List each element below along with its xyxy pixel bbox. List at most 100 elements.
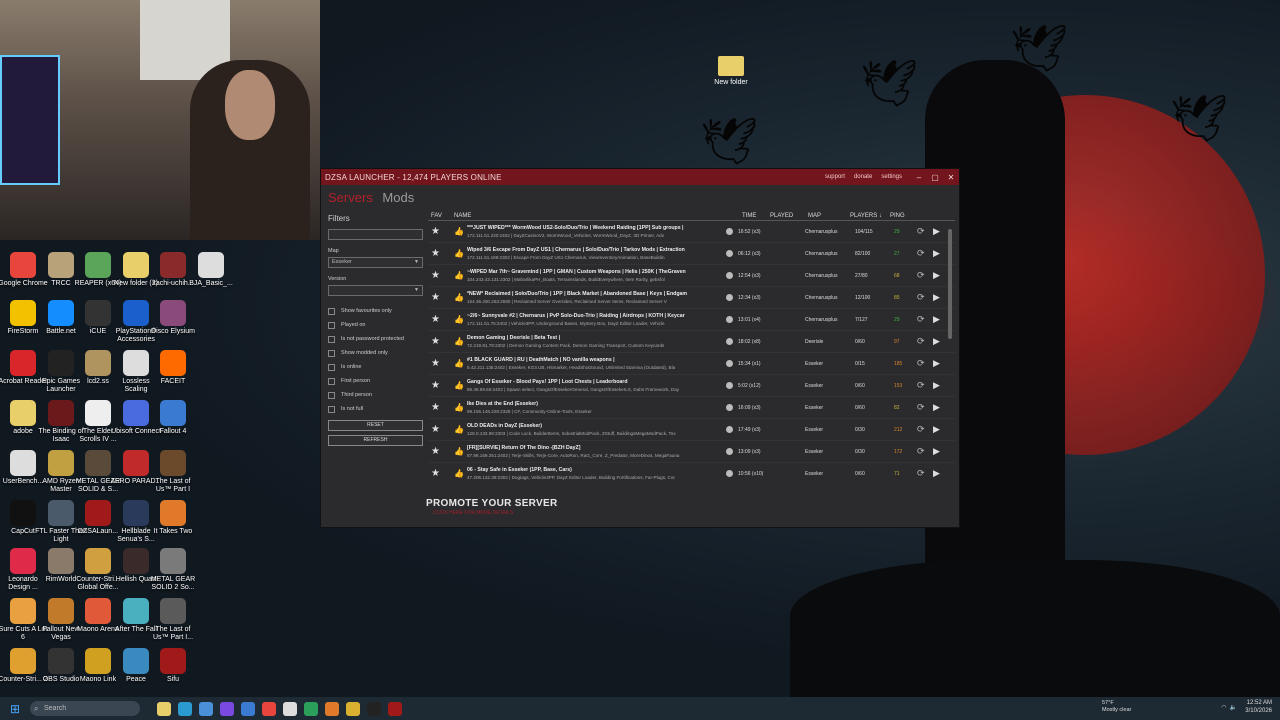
thumbs-up-icon[interactable]: 👍 — [454, 249, 464, 258]
star-icon[interactable]: ★ — [431, 314, 440, 325]
table-scrollbar[interactable] — [948, 229, 952, 339]
taskbar-app-icon[interactable] — [262, 701, 276, 716]
play-icon[interactable]: ▶ — [933, 248, 940, 259]
settings-link[interactable]: settings — [881, 174, 902, 180]
taskbar-app-icon[interactable] — [178, 701, 192, 716]
column-players[interactable]: PLAYERS ↓ — [850, 213, 882, 219]
play-icon[interactable]: ▶ — [933, 402, 940, 413]
desktop-icon[interactable]: The Last of Us™ Part I — [147, 450, 199, 494]
refresh-icon[interactable]: ⟳ — [917, 292, 925, 303]
thumbs-up-icon[interactable]: 👍 — [454, 227, 464, 236]
thumbs-up-icon[interactable]: 👍 — [454, 403, 464, 412]
desktop-icon[interactable]: METAL GEAR SOLID 2 So... — [147, 548, 199, 592]
play-icon[interactable]: ▶ — [933, 292, 940, 303]
info-icon[interactable] — [726, 228, 733, 235]
donate-link[interactable]: donate — [854, 174, 872, 180]
play-icon[interactable]: ▶ — [933, 424, 940, 435]
refresh-icon[interactable]: ⟳ — [917, 226, 925, 237]
refresh-icon[interactable]: ⟳ — [917, 402, 925, 413]
star-icon[interactable]: ★ — [431, 402, 440, 413]
taskbar-app-icon[interactable] — [220, 701, 234, 716]
column-time[interactable]: TIME — [742, 213, 756, 219]
desktop-new-folder[interactable]: New folder — [708, 56, 754, 86]
refresh-icon[interactable]: ⟳ — [917, 336, 925, 347]
column-name[interactable]: NAME — [454, 213, 471, 219]
play-icon[interactable]: ▶ — [933, 468, 940, 479]
filter-checkbox[interactable]: Is not full — [328, 402, 424, 416]
table-row[interactable]: ★ 👍 Wiped 3/6 Escape From DayZ US1 | Chern… — [428, 243, 955, 265]
info-icon[interactable] — [726, 360, 733, 367]
star-icon[interactable]: ★ — [431, 380, 440, 391]
filter-checkbox[interactable]: Played on — [328, 318, 424, 332]
info-icon[interactable] — [726, 448, 733, 455]
map-select[interactable]: Esseker ▼ — [328, 257, 423, 268]
thumbs-up-icon[interactable]: 👍 — [454, 381, 464, 390]
star-icon[interactable]: ★ — [431, 336, 440, 347]
star-icon[interactable]: ★ — [431, 248, 440, 259]
table-row[interactable]: ★ 👍 Demon Gaming | Deerisle | Beta Test | 7… — [428, 331, 955, 353]
taskbar-app-icon[interactable] — [388, 701, 402, 716]
thumbs-up-icon[interactable]: 👍 — [454, 315, 464, 324]
star-icon[interactable]: ★ — [431, 292, 440, 303]
star-icon[interactable]: ★ — [431, 424, 440, 435]
info-icon[interactable] — [726, 404, 733, 411]
thumbs-up-icon[interactable]: 👍 — [454, 447, 464, 456]
column-played[interactable]: PLAYED — [770, 213, 793, 219]
taskbar-search[interactable]: ⌕ Search — [30, 701, 140, 716]
info-icon[interactable] — [726, 316, 733, 323]
refresh-icon[interactable]: ⟳ — [917, 358, 925, 369]
refresh-button[interactable]: REFRESH — [328, 435, 423, 446]
support-link[interactable]: support — [825, 174, 845, 180]
desktop-icon[interactable]: Fallout 4 — [147, 400, 199, 436]
filter-checkbox[interactable]: Show modded only — [328, 346, 424, 360]
refresh-icon[interactable]: ⟳ — [917, 248, 925, 259]
desktop-icon[interactable]: BJA_Basic_... — [185, 252, 237, 288]
info-icon[interactable] — [726, 470, 733, 477]
filter-checkbox[interactable]: Is not password protected — [328, 332, 424, 346]
info-icon[interactable] — [726, 338, 733, 345]
refresh-icon[interactable]: ⟳ — [917, 468, 925, 479]
star-icon[interactable]: ★ — [431, 446, 440, 457]
thumbs-up-icon[interactable]: 👍 — [454, 359, 464, 368]
filter-checkbox[interactable]: Is online — [328, 360, 424, 374]
volume-icon[interactable]: 🔈 — [1230, 704, 1237, 711]
clock[interactable]: 12:52 AM 3/10/2026 — [1245, 699, 1272, 715]
play-icon[interactable]: ▶ — [933, 226, 940, 237]
thumbs-up-icon[interactable]: 👍 — [454, 337, 464, 346]
desktop-icon[interactable]: It Takes Two — [147, 500, 199, 536]
column-fav[interactable]: FAV — [431, 213, 442, 219]
info-icon[interactable] — [726, 272, 733, 279]
promote-subtext[interactable]: CLICK HERE FOR MORE DETAILS — [433, 510, 513, 516]
table-row[interactable]: ★ 👍 Ike Dies at the End (Esseker) 99.155.14… — [428, 397, 955, 419]
filter-checkbox[interactable]: Show favourites only — [328, 304, 424, 318]
play-icon[interactable]: ▶ — [933, 358, 940, 369]
star-icon[interactable]: ★ — [431, 468, 440, 479]
star-icon[interactable]: ★ — [431, 358, 440, 369]
refresh-icon[interactable]: ⟳ — [917, 380, 925, 391]
play-icon[interactable]: ▶ — [933, 380, 940, 391]
taskbar-app-icon[interactable] — [157, 701, 171, 716]
table-row[interactable]: ★ 👍 06 - Stay Safe in Esseker (1PP, Base, … — [428, 463, 955, 483]
taskbar-app-icon[interactable] — [199, 701, 213, 716]
refresh-icon[interactable]: ⟳ — [917, 314, 925, 325]
weather-widget[interactable]: 57°F Mostly clear — [1102, 700, 1131, 714]
desktop-icon[interactable]: Disco Elysium — [147, 300, 199, 336]
play-icon[interactable]: ▶ — [933, 314, 940, 325]
search-input[interactable] — [328, 229, 423, 240]
table-row[interactable]: ★ 👍 *NEW* Reclaimed | Solo/Duo/Trio | 1PP … — [428, 287, 955, 309]
reset-button[interactable]: RESET — [328, 420, 423, 431]
star-icon[interactable]: ★ — [431, 226, 440, 237]
table-row[interactable]: ★ 👍 ~WIPED Mar 7th~ Gravemind | 1PP | GMAN… — [428, 265, 955, 287]
play-icon[interactable]: ▶ — [933, 446, 940, 457]
taskbar-app-icon[interactable] — [304, 701, 318, 716]
thumbs-up-icon[interactable]: 👍 — [454, 293, 464, 302]
filter-checkbox[interactable]: First person — [328, 374, 424, 388]
windows-start-icon[interactable]: ⊞ — [4, 697, 26, 720]
version-select[interactable]: ▼ — [328, 285, 423, 296]
info-icon[interactable] — [726, 294, 733, 301]
info-icon[interactable] — [726, 382, 733, 389]
table-row[interactable]: ★ 👍 Gangs Of Esseker - Blood Pays! 1PP | L… — [428, 375, 955, 397]
star-icon[interactable]: ★ — [431, 270, 440, 281]
desktop-icon[interactable]: FACEIT — [147, 350, 199, 386]
taskbar-app-icon[interactable] — [367, 701, 381, 716]
